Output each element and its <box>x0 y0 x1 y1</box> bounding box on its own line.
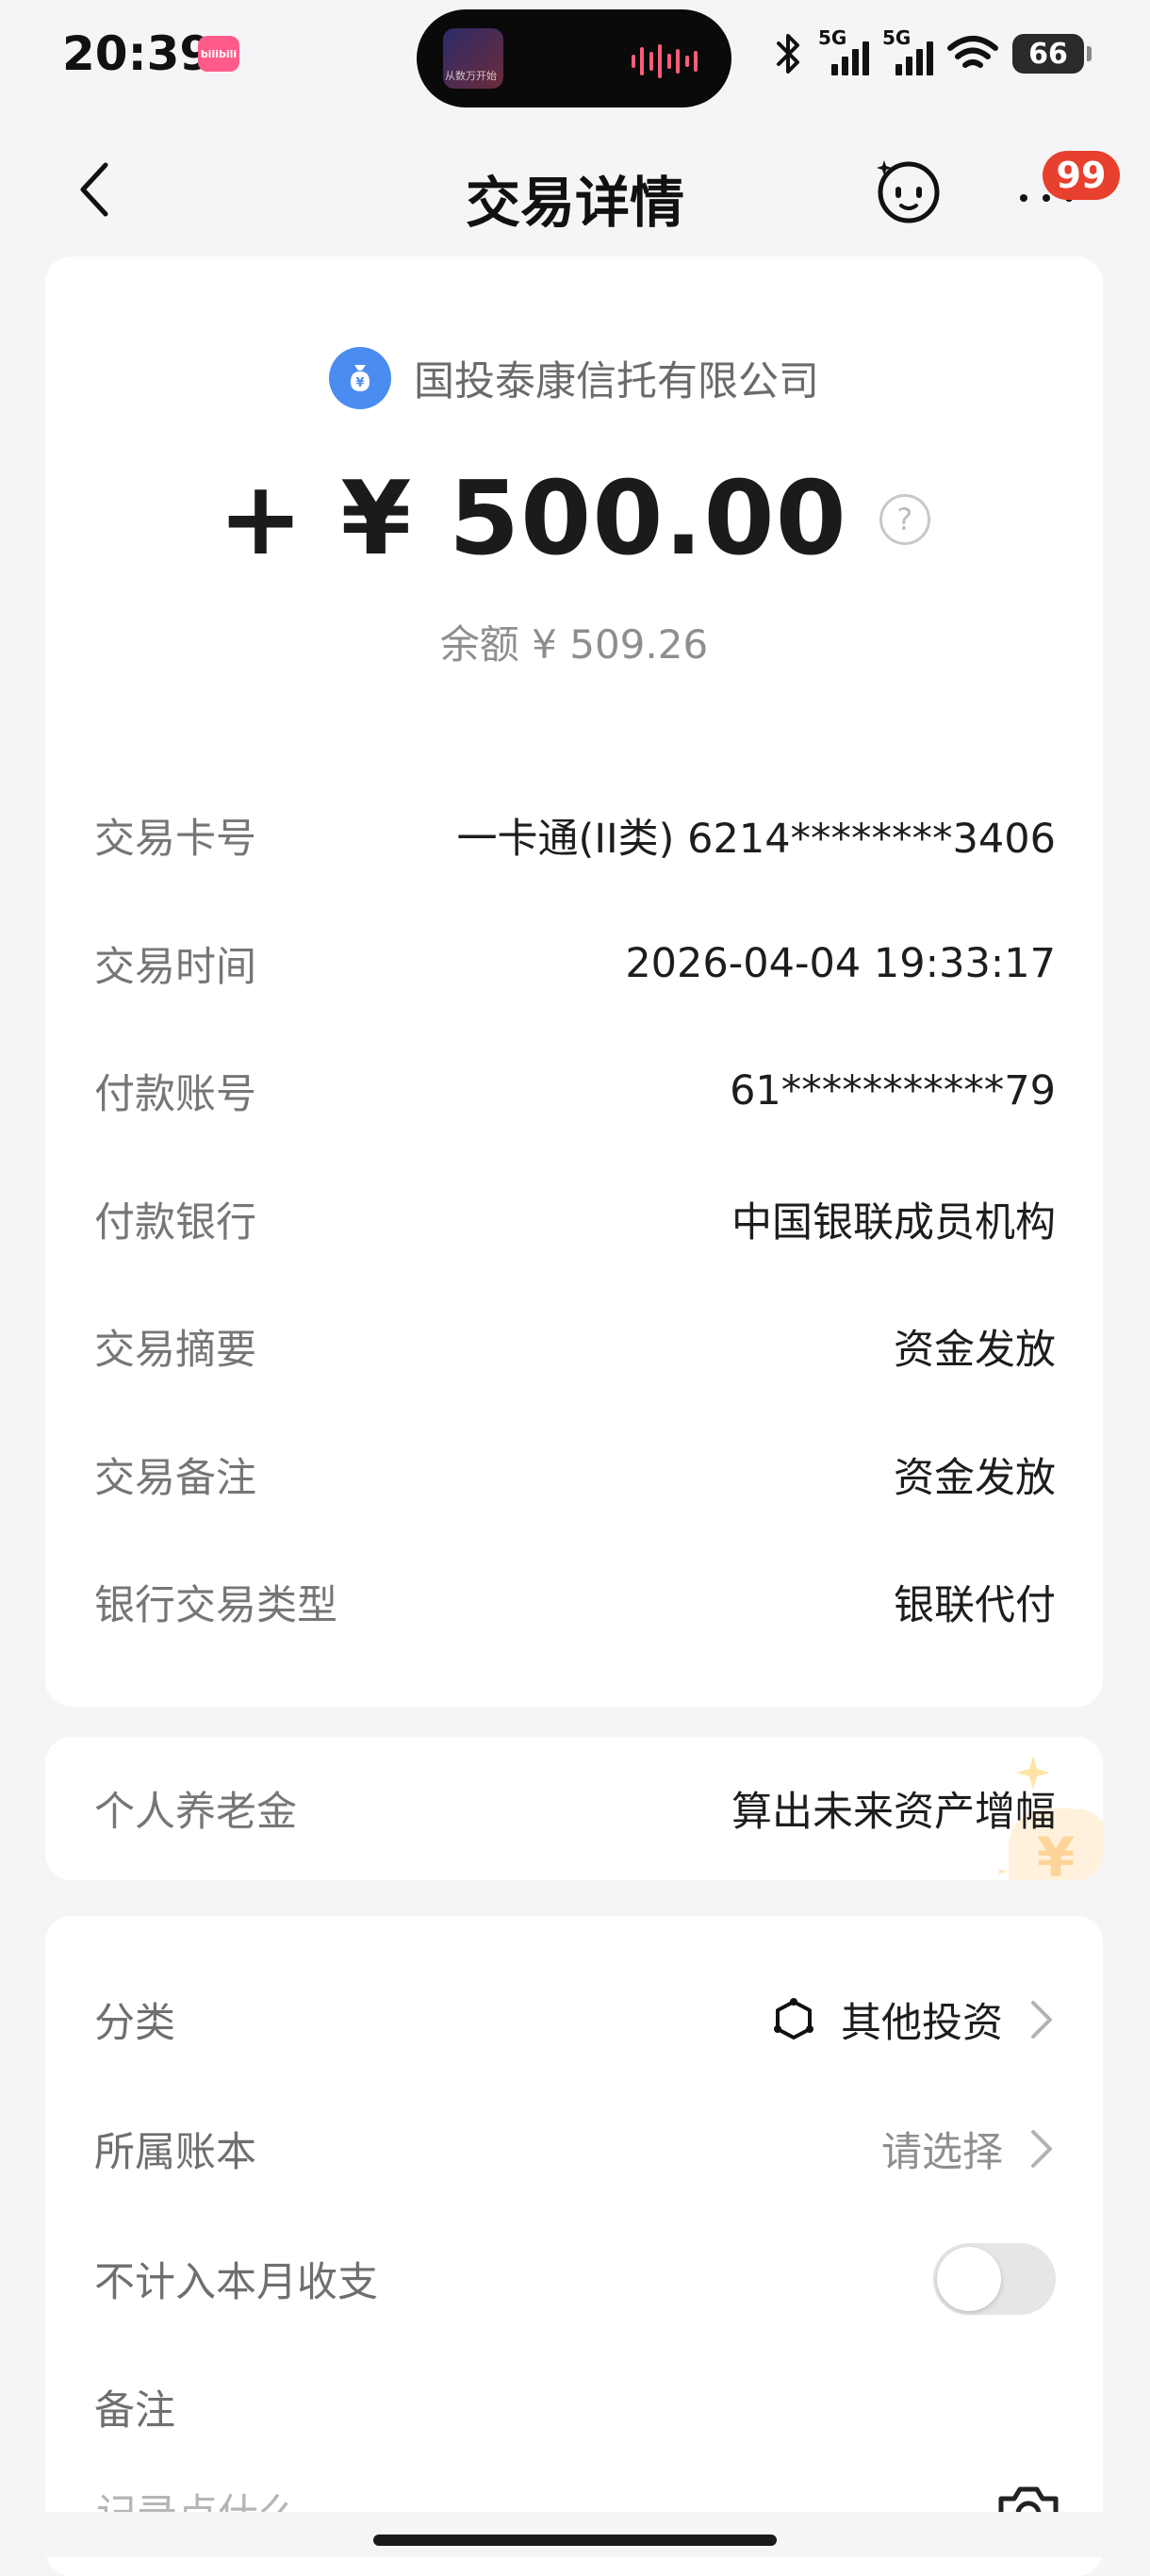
more-options-button[interactable]: 99 <box>1010 151 1120 221</box>
detail-label: 银行交易类型 <box>94 1582 337 1629</box>
battery-indicator: 66 <box>1012 34 1092 74</box>
dynamic-island[interactable]: 从数万开始 <box>417 9 731 107</box>
detail-row: 交易摘要 资金发放 <box>94 1309 1056 1384</box>
settings-card: 分类 其他投资 所属账本 请选择 不计入本月收支 备注 记录点什么 <box>45 1916 1103 2576</box>
notification-badge: 99 <box>1043 151 1120 200</box>
category-value: 其他投资 <box>841 2000 1003 2047</box>
detail-value: 一卡通(II类) 6214********3406 <box>456 816 1056 863</box>
detail-row: 付款账号 61***********79 <box>94 1053 1056 1129</box>
merchant-name: 国投泰康信托有限公司 <box>414 358 819 405</box>
status-icons: 5G 5G 66 <box>773 26 1092 79</box>
detail-value: 中国银联成员机构 <box>731 1199 1056 1247</box>
home-indicator[interactable] <box>373 2535 777 2546</box>
smiley-assistant-icon <box>877 160 940 223</box>
svg-text:¥: ¥ <box>355 376 364 390</box>
detail-label: 交易时间 <box>94 944 256 991</box>
detail-label: 付款银行 <box>94 1199 256 1247</box>
ledger-value: 请选择 <box>881 2129 1003 2176</box>
ledger-row[interactable]: 所属账本 请选择 <box>94 2106 1056 2191</box>
bilibili-app-icon: bilibili <box>198 36 239 72</box>
battery-level: 66 <box>1028 37 1068 71</box>
pension-row[interactable]: 个人养老金 算出未来资产增幅 <box>94 1771 1056 1846</box>
detail-row: 交易卡号 一卡通(II类) 6214********3406 <box>94 798 1056 873</box>
detail-row: 交易备注 资金发放 <box>94 1437 1056 1512</box>
bluetooth-icon <box>777 34 799 74</box>
category-label: 分类 <box>94 2000 175 2047</box>
pension-label: 个人养老金 <box>94 1789 297 1836</box>
wifi-icon <box>947 36 998 68</box>
detail-row: 交易时间 2026-04-04 19:33:17 <box>94 926 1056 1001</box>
detail-value: 61***********79 <box>730 1067 1056 1115</box>
account-balance: 余额 ¥ 509.26 <box>439 621 709 668</box>
audio-wave-icon <box>632 43 698 79</box>
investment-category-icon <box>774 1998 813 2039</box>
detail-value: 资金发放 <box>894 1455 1056 1502</box>
pension-action[interactable]: 算出未来资产增幅 <box>731 1779 1056 1838</box>
detail-value: 资金发放 <box>894 1327 1056 1374</box>
detail-value: 银联代付 <box>894 1582 1056 1629</box>
detail-label: 交易卡号 <box>94 816 256 863</box>
pension-card[interactable]: 个人养老金 算出未来资产增幅 ¥ <box>45 1737 1103 1880</box>
amount-row: + ¥ 500.00 ? <box>45 460 1103 578</box>
memo-label: 备注 <box>94 2387 175 2435</box>
status-time: 20:39 <box>62 26 213 81</box>
app-badge-text: bilibili <box>200 47 238 60</box>
island-caption: 从数万开始 <box>445 70 497 82</box>
category-row[interactable]: 分类 其他投资 <box>94 1977 1056 2062</box>
detail-label: 付款账号 <box>94 1071 256 1118</box>
header: 交易详情 99 <box>0 123 1150 255</box>
detail-row: 银行交易类型 银联代付 <box>94 1564 1056 1640</box>
detail-label: 交易备注 <box>94 1455 256 1502</box>
chevron-right-icon <box>1031 2001 1052 2039</box>
help-icon[interactable]: ? <box>879 493 930 545</box>
toggle-knob <box>937 2247 1001 2311</box>
media-thumbnail: 从数万开始 <box>443 28 503 89</box>
assistant-button[interactable] <box>873 155 945 226</box>
signal-2-icon: 5G <box>882 26 933 77</box>
status-bar: 20:39 bilibili 从数万开始 5G 5G 66 <box>0 0 1150 113</box>
chevron-right-icon <box>1031 2130 1052 2168</box>
exclude-from-monthly-label: 不计入本月收支 <box>94 2259 378 2306</box>
transaction-amount: + ¥ 500.00 <box>218 460 847 578</box>
exclude-from-monthly-row: 不计入本月收支 <box>94 2237 1056 2321</box>
merchant-row: ¥ 国投泰康信托有限公司 <box>45 347 1103 409</box>
page-title: 交易详情 <box>465 171 684 235</box>
ledger-label: 所属账本 <box>94 2129 256 2176</box>
exclude-from-monthly-toggle[interactable] <box>933 2243 1056 2315</box>
signal-1-icon: 5G <box>818 26 869 77</box>
detail-value: 2026-04-04 19:33:17 <box>625 940 1056 987</box>
transaction-card: ¥ 国投泰康信托有限公司 + ¥ 500.00 ? 余额 ¥ 509.26 交易… <box>45 256 1103 1707</box>
detail-label: 交易摘要 <box>94 1327 256 1374</box>
money-bag-icon: ¥ <box>329 347 391 409</box>
detail-row: 付款银行 中国银联成员机构 <box>94 1181 1056 1257</box>
memo-row: 备注 <box>94 2365 1056 2450</box>
